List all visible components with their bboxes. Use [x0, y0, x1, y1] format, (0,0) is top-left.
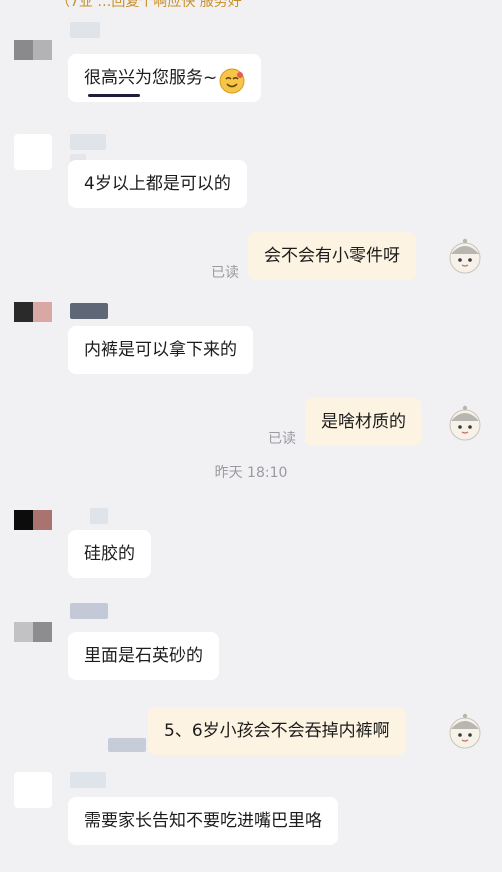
- message-bubble-own[interactable]: 是啥材质的: [305, 398, 422, 446]
- sender-name-blurred: [70, 772, 106, 788]
- avatar[interactable]: [14, 510, 52, 530]
- message-bubble[interactable]: 硅胶的: [68, 530, 151, 578]
- avatar[interactable]: [14, 622, 52, 642]
- handwritten-underline: [88, 94, 140, 97]
- message-text: 硅胶的: [84, 544, 135, 564]
- message-bubble-own[interactable]: 5、6岁小孩会不会吞掉内裤啊: [148, 707, 406, 755]
- message-bubble-own[interactable]: 会不会有小零件呀: [248, 232, 416, 280]
- message-text: 里面是石英砂的: [84, 646, 203, 666]
- smiling-face-icon: [219, 65, 245, 94]
- sender-name-blurred: [70, 303, 108, 319]
- sender-name-blurred: [70, 134, 106, 150]
- message-bubble[interactable]: 里面是石英砂的: [68, 632, 219, 680]
- message-bubble[interactable]: 需要家长告知不要吃进嘴巴里咯: [68, 797, 338, 845]
- timestamp: 昨天 18:10: [214, 465, 288, 481]
- user-avatar-icon[interactable]: [445, 711, 485, 751]
- message-text: 5、6岁小孩会不会吞掉内裤啊: [164, 721, 390, 741]
- message-text: 内裤是可以拿下来的: [84, 340, 237, 360]
- message-bubble[interactable]: 内裤是可以拿下来的: [68, 326, 253, 374]
- read-status: 已读: [211, 265, 239, 281]
- message-text: 是啥材质的: [321, 412, 406, 432]
- message-text: 4岁以上都是可以的: [84, 174, 231, 194]
- avatar[interactable]: [14, 302, 52, 322]
- top-banner-text: （7业 …回复个啊应快 服务好: [56, 0, 242, 9]
- read-status: 已读: [268, 431, 296, 447]
- sender-name-blurred: [70, 22, 100, 38]
- blur-artifact: [108, 738, 146, 752]
- avatar[interactable]: [14, 772, 52, 808]
- message-text: 很高兴为您服务~: [84, 68, 218, 88]
- message-text: 会不会有小零件呀: [264, 246, 400, 266]
- avatar[interactable]: [14, 134, 52, 170]
- sender-name-blurred: [90, 508, 108, 524]
- message-bubble[interactable]: 4岁以上都是可以的: [68, 160, 247, 208]
- message-text: 需要家长告知不要吃进嘴巴里咯: [84, 811, 322, 831]
- avatar[interactable]: [14, 40, 52, 60]
- sender-name-blurred: [70, 603, 108, 619]
- user-avatar-icon[interactable]: [445, 403, 485, 443]
- user-avatar-icon[interactable]: [445, 236, 485, 276]
